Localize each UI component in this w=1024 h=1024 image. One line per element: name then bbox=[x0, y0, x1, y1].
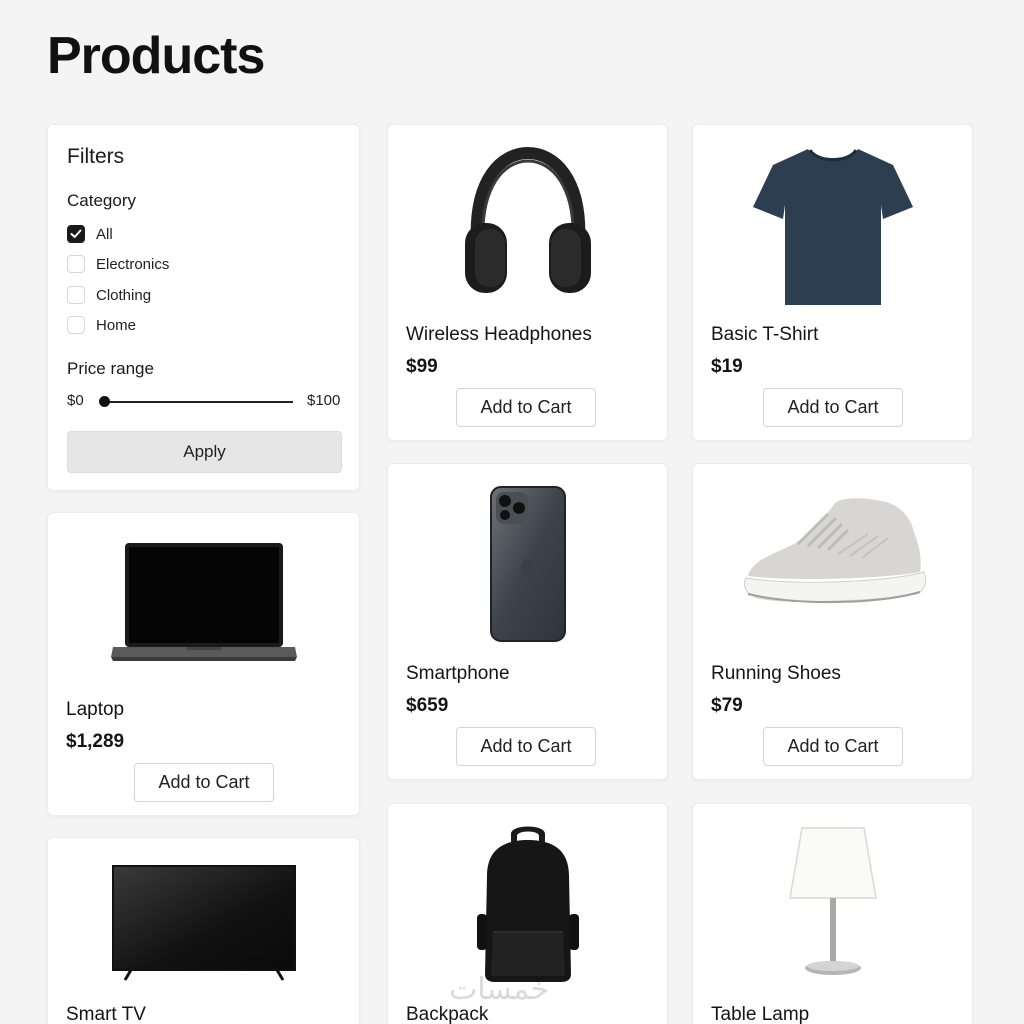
smartphone-image bbox=[489, 486, 566, 642]
product-name: Running Shoes bbox=[711, 663, 841, 684]
category-option-electronics[interactable]: Electronics bbox=[67, 255, 169, 273]
backpack-image bbox=[476, 826, 579, 982]
product-name: Table Lamp bbox=[711, 1004, 810, 1024]
laptop-image bbox=[110, 543, 297, 661]
checkbox-electronics[interactable] bbox=[67, 255, 85, 273]
checkbox-home[interactable] bbox=[67, 316, 85, 334]
tshirt-image bbox=[752, 149, 913, 305]
category-option-home[interactable]: Home bbox=[67, 316, 136, 334]
price-slider-handle[interactable] bbox=[99, 396, 110, 407]
product-card: Laptop $1,289 Add to Cart bbox=[47, 512, 360, 816]
product-name: Laptop bbox=[66, 699, 125, 720]
product-price: $99 bbox=[406, 356, 438, 377]
checkmark-icon bbox=[70, 229, 82, 238]
category-label-home: Home bbox=[96, 316, 137, 334]
product-card: Wireless Headphones $99 Add to Cart bbox=[387, 124, 668, 441]
product-price: $79 bbox=[711, 695, 743, 716]
price-slider-track[interactable] bbox=[105, 401, 293, 403]
headphones-image bbox=[464, 147, 591, 293]
price-max-label: $100 bbox=[307, 392, 341, 409]
apply-button[interactable]: Apply bbox=[67, 431, 342, 473]
lamp-image bbox=[788, 827, 877, 975]
add-to-cart-button[interactable]: Add to Cart bbox=[134, 763, 274, 802]
price-range-title: Price range bbox=[67, 359, 154, 378]
category-option-clothing[interactable]: Clothing bbox=[67, 286, 151, 304]
watermark: خمسات bbox=[449, 972, 550, 1007]
add-to-cart-button[interactable]: Add to Cart bbox=[456, 388, 596, 427]
product-card: Running Shoes $79 Add to Cart bbox=[692, 463, 973, 780]
product-name: Wireless Headphones bbox=[406, 324, 592, 345]
checkbox-all[interactable] bbox=[67, 225, 85, 243]
shoe-image bbox=[743, 498, 926, 604]
product-price: $1,289 bbox=[66, 731, 125, 752]
product-name: Smart TV bbox=[66, 1004, 146, 1024]
product-price: $19 bbox=[711, 356, 743, 377]
price-min-label: $0 bbox=[67, 392, 84, 409]
product-price: $659 bbox=[406, 695, 449, 716]
product-name: Basic T-Shirt bbox=[711, 324, 819, 345]
category-label-electronics: Electronics bbox=[96, 255, 170, 273]
product-card: Smartphone $659 Add to Cart bbox=[387, 463, 668, 780]
product-card: Basic T-Shirt $19 Add to Cart bbox=[692, 124, 973, 441]
filters-panel: Filters Category All Electronics Clothin… bbox=[47, 124, 360, 491]
add-to-cart-button[interactable]: Add to Cart bbox=[763, 388, 903, 427]
category-option-all[interactable]: All bbox=[67, 225, 113, 243]
checkbox-clothing[interactable] bbox=[67, 286, 85, 304]
category-label-clothing: Clothing bbox=[96, 286, 152, 304]
add-to-cart-button[interactable]: Add to Cart bbox=[763, 727, 903, 766]
filters-title: Filters bbox=[67, 145, 125, 168]
product-name: Backpack bbox=[406, 1004, 489, 1024]
product-card: Table Lamp bbox=[692, 803, 973, 1024]
tv-image bbox=[111, 865, 296, 981]
product-card: Smart TV bbox=[47, 837, 360, 1024]
category-title: Category bbox=[67, 191, 136, 210]
add-to-cart-button[interactable]: Add to Cart bbox=[456, 727, 596, 766]
category-label-all: All bbox=[96, 225, 113, 243]
page-title: Products bbox=[47, 27, 265, 85]
product-name: Smartphone bbox=[406, 663, 510, 684]
